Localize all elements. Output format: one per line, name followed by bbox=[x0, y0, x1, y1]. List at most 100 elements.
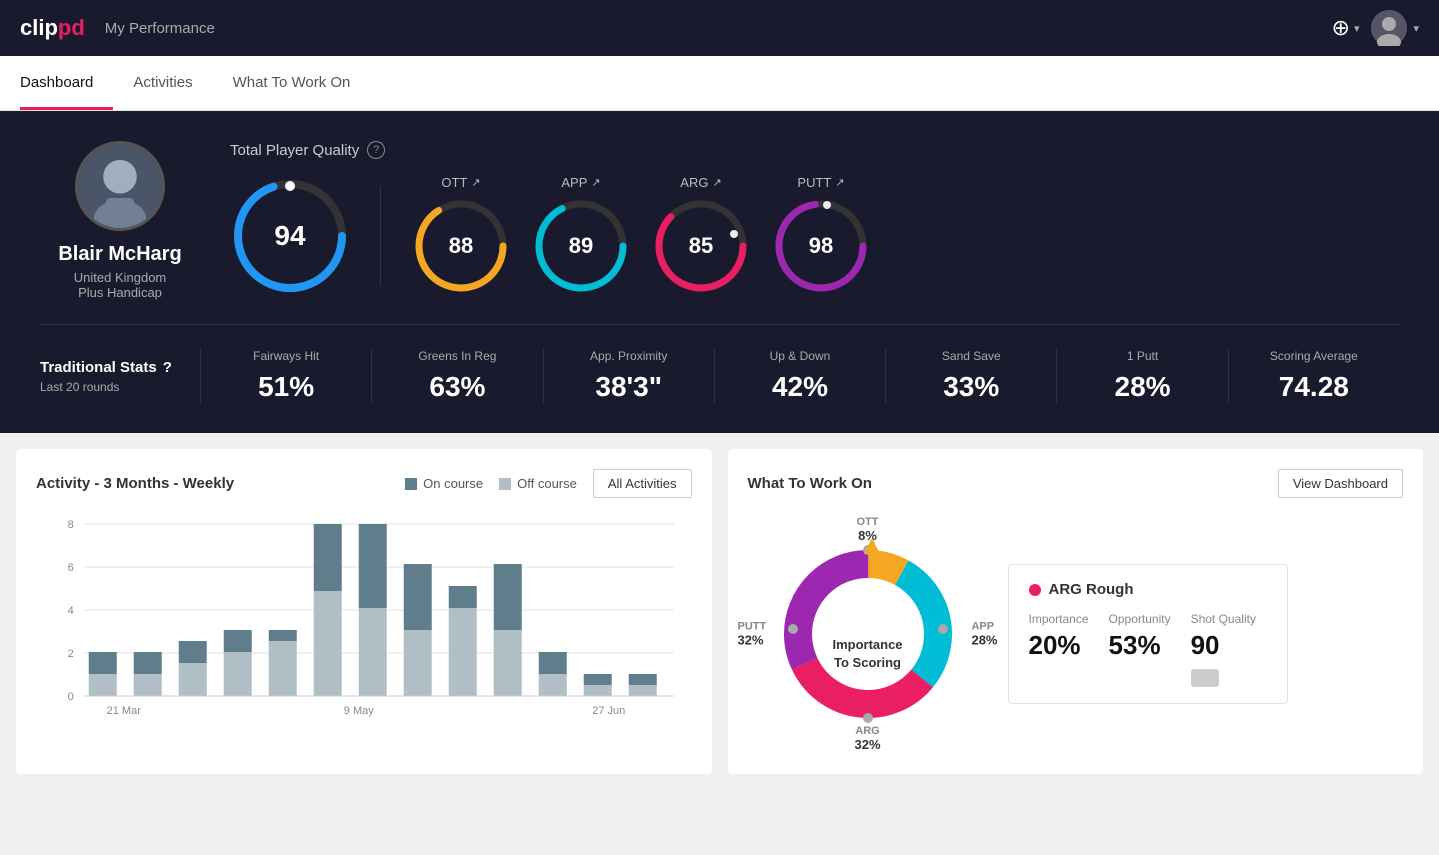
metric-ott: OTT ↗ 88 bbox=[411, 175, 511, 296]
tab-activities[interactable]: Activities bbox=[133, 56, 212, 110]
stat-greens-in-reg-name: Greens In Reg bbox=[382, 349, 532, 363]
chart-area: 8 6 4 2 0 bbox=[36, 514, 692, 734]
app-label-text: APP bbox=[561, 175, 587, 190]
putt-label-text: PUTT bbox=[797, 175, 831, 190]
add-button[interactable]: ⊕ ▾ bbox=[1332, 15, 1360, 41]
donut-center-line1: Importance bbox=[832, 637, 902, 652]
svg-text:6: 6 bbox=[68, 562, 74, 574]
ott-marker bbox=[864, 538, 880, 559]
donut-app-pct: 28% bbox=[971, 633, 997, 648]
donut-label-putt: PUTT 32% bbox=[738, 621, 767, 648]
help-icon[interactable]: ? bbox=[367, 141, 385, 159]
legend-on-course-dot bbox=[405, 478, 417, 490]
metric-opportunity: Opportunity 53% bbox=[1109, 612, 1171, 687]
ott-svg-wrapper: 88 bbox=[411, 196, 511, 296]
legend-off-course-label: Off course bbox=[517, 476, 577, 491]
player-info: Blair McHarg United Kingdom Plus Handica… bbox=[40, 141, 200, 300]
stat-greens-in-reg: Greens In Reg 63% bbox=[371, 349, 542, 403]
stat-up-down: Up & Down 42% bbox=[714, 349, 885, 403]
donut-ott-label: OTT bbox=[857, 516, 879, 528]
tab-dashboard[interactable]: Dashboard bbox=[20, 56, 113, 110]
trad-stats-label: Traditional Stats ? Last 20 rounds bbox=[40, 359, 200, 394]
app-arrow-icon: ↗ bbox=[591, 176, 600, 189]
putt-svg-wrapper: 98 bbox=[771, 196, 871, 296]
total-score-circle: 94 bbox=[230, 176, 350, 296]
legend-on-course-label: On course bbox=[423, 476, 483, 491]
chart-header: Activity - 3 Months - Weekly On course O… bbox=[36, 469, 692, 498]
quality-section: Total Player Quality ? 94 bbox=[230, 141, 1399, 296]
total-score-value: 94 bbox=[274, 220, 305, 252]
tab-what-to-work-on[interactable]: What To Work On bbox=[233, 56, 371, 110]
all-activities-button[interactable]: All Activities bbox=[593, 469, 692, 498]
avatar-chevron-icon: ▾ bbox=[1413, 22, 1419, 35]
trad-stats-label-text: Traditional Stats bbox=[40, 359, 157, 376]
recommendation-title: ARG Rough bbox=[1029, 581, 1267, 598]
app-svg-wrapper: 89 bbox=[531, 196, 631, 296]
svg-text:2: 2 bbox=[68, 648, 74, 660]
quality-label: Total Player Quality ? bbox=[230, 141, 1399, 159]
stat-sand-save-value: 33% bbox=[896, 371, 1046, 403]
recommendation-card: ARG Rough Importance 20% Opportunity 53%… bbox=[1008, 564, 1288, 704]
ott-value: 88 bbox=[449, 233, 473, 259]
nav-tabs: Dashboard Activities What To Work On bbox=[0, 56, 1439, 111]
metric-putt: PUTT ↗ 98 bbox=[771, 175, 871, 296]
separator bbox=[380, 186, 381, 286]
arg-arrow-icon: ↗ bbox=[712, 176, 721, 189]
stat-scoring-avg-name: Scoring Average bbox=[1239, 349, 1389, 363]
avatar bbox=[1371, 10, 1407, 46]
putt-value: 98 bbox=[809, 233, 833, 259]
donut-label-app: APP 28% bbox=[971, 621, 997, 648]
logo-clip: clip bbox=[20, 15, 58, 40]
svg-text:9 May: 9 May bbox=[344, 705, 374, 717]
logo: clippd bbox=[20, 15, 85, 41]
stat-fairways-hit-value: 51% bbox=[211, 371, 361, 403]
donut-svg bbox=[768, 534, 968, 734]
metric-importance-name: Importance bbox=[1029, 612, 1089, 626]
svg-text:0: 0 bbox=[68, 691, 74, 703]
recommendation-title-text: ARG Rough bbox=[1049, 581, 1134, 598]
total-score-svg-wrapper: 94 bbox=[230, 176, 350, 296]
wtwo-header: What To Work On View Dashboard bbox=[748, 469, 1404, 498]
metric-shot-quality-name: Shot Quality bbox=[1191, 612, 1256, 626]
metric-opportunity-value: 53% bbox=[1109, 630, 1171, 661]
stat-app-proximity-name: App. Proximity bbox=[554, 349, 704, 363]
stat-up-down-value: 42% bbox=[725, 371, 875, 403]
activity-chart-panel: Activity - 3 Months - Weekly On course O… bbox=[16, 449, 712, 774]
traditional-stats: Traditional Stats ? Last 20 rounds Fairw… bbox=[40, 349, 1399, 403]
donut-chart-wrapper: OTT 8% APP 28% ARG 32% PUTT 32% bbox=[748, 514, 988, 754]
app-value: 89 bbox=[569, 233, 593, 259]
svg-text:4: 4 bbox=[68, 605, 74, 617]
user-menu[interactable]: ▾ bbox=[1371, 10, 1419, 46]
player-country: United Kingdom bbox=[74, 270, 167, 285]
recommendation-dot bbox=[1029, 584, 1041, 596]
player-avatar bbox=[75, 141, 165, 231]
metric-shot-quality: Shot Quality 90 bbox=[1191, 612, 1256, 687]
arg-label-text: ARG bbox=[680, 175, 708, 190]
header: clippd My Performance ⊕ ▾ ▾ bbox=[0, 0, 1439, 56]
legend-on-course: On course bbox=[405, 476, 483, 491]
stat-sand-save: Sand Save 33% bbox=[885, 349, 1056, 403]
trad-stats-period: Last 20 rounds bbox=[40, 380, 200, 394]
banner-divider bbox=[40, 324, 1399, 325]
trad-stats-help-icon[interactable]: ? bbox=[163, 359, 172, 376]
donut-center-text: Importance To Scoring bbox=[832, 636, 902, 672]
legend-off-course-dot bbox=[499, 478, 511, 490]
app-label: APP ↗ bbox=[561, 175, 600, 190]
metric-opportunity-name: Opportunity bbox=[1109, 612, 1171, 626]
view-dashboard-button[interactable]: View Dashboard bbox=[1278, 469, 1403, 498]
chart-controls: On course Off course All Activities bbox=[405, 469, 691, 498]
stat-1-putt-value: 28% bbox=[1067, 371, 1217, 403]
stat-scoring-avg: Scoring Average 74.28 bbox=[1228, 349, 1399, 403]
chevron-down-icon: ▾ bbox=[1354, 22, 1360, 35]
dashboard-banner: Blair McHarg United Kingdom Plus Handica… bbox=[0, 111, 1439, 433]
bottom-panels: Activity - 3 Months - Weekly On course O… bbox=[0, 433, 1439, 790]
stat-sand-save-name: Sand Save bbox=[896, 349, 1046, 363]
avatar-image bbox=[1371, 10, 1407, 46]
stat-1-putt: 1 Putt 28% bbox=[1056, 349, 1227, 403]
quality-circles: 94 OTT ↗ 88 bbox=[230, 175, 1399, 296]
svg-text:27 Jun: 27 Jun bbox=[592, 705, 625, 717]
arg-label: ARG ↗ bbox=[680, 175, 721, 190]
ott-arrow-icon: ↗ bbox=[471, 176, 480, 189]
donut-app-label: APP bbox=[971, 621, 997, 633]
donut-arg-pct: 32% bbox=[854, 737, 880, 752]
